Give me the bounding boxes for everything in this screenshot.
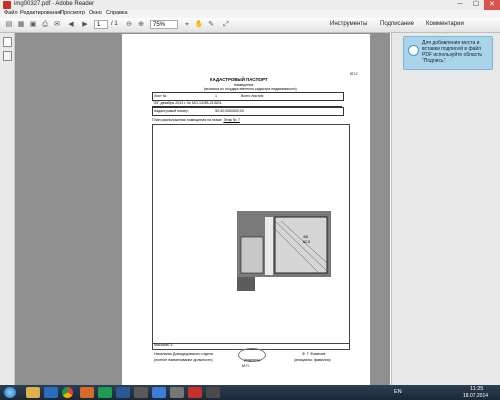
floor-plan bbox=[237, 211, 331, 291]
firefox-icon[interactable] bbox=[80, 387, 94, 398]
tools-pane bbox=[391, 33, 500, 385]
attachments-icon[interactable] bbox=[3, 51, 12, 61]
footer-sub: (полное наименование должности) bbox=[154, 358, 213, 362]
excel-icon[interactable] bbox=[98, 387, 112, 398]
doc-subtitle2: (выписка из государственного кадастра не… bbox=[204, 87, 297, 91]
clock-time[interactable]: 11:25 bbox=[470, 386, 483, 392]
comment-icon[interactable]: ✎ bbox=[206, 20, 216, 30]
email-icon[interactable]: ✉ bbox=[52, 20, 62, 30]
menu-window[interactable]: Окно bbox=[89, 10, 102, 16]
form-code: КП.2 bbox=[350, 72, 358, 76]
previous-page-icon[interactable]: ◀ bbox=[66, 20, 76, 30]
date-line: "25" декабря 2013 г. № МО-13/ЗВ-21/52/1 bbox=[153, 101, 222, 105]
tools-panel-button[interactable]: Инструменты bbox=[330, 21, 367, 27]
maximize-button[interactable]: ☐ bbox=[468, 0, 484, 10]
chrome-icon[interactable] bbox=[62, 387, 73, 398]
signature-hint-box: Для добавления места и вставки подписей … bbox=[403, 36, 493, 70]
menu-help[interactable]: Справка bbox=[106, 10, 128, 16]
media-icon[interactable] bbox=[44, 387, 58, 398]
footer-sign: (подпись) bbox=[244, 358, 260, 362]
toolbar: ▤ ▦ ▣ ⎙ ✉ ◀ ▶ 1 / 1 ⊖ ⊕ 75% ⌖ ✋ ✎ ⤢ Инст… bbox=[0, 18, 500, 33]
zoom-in-icon[interactable]: ⊕ bbox=[136, 20, 146, 30]
menu-edit[interactable]: Редактирование bbox=[20, 10, 62, 16]
skype-icon[interactable] bbox=[152, 387, 166, 398]
pages-icon[interactable] bbox=[3, 37, 12, 47]
clock-date[interactable]: 18.07.2014 bbox=[463, 393, 488, 399]
hint-text: Для добавления места и вставки подписей … bbox=[422, 40, 483, 64]
window-title: img00327.pdf - Adobe Reader bbox=[14, 1, 95, 7]
footer-mp: М.П. bbox=[242, 364, 250, 368]
explorer-icon[interactable] bbox=[26, 387, 40, 398]
footer-org: Начальник Домодедовского отдела bbox=[154, 352, 213, 356]
menu-bar: Файл Редактирование Просмотр Окно Справк… bbox=[0, 10, 500, 18]
language-indicator[interactable]: EN bbox=[394, 389, 402, 395]
cadastral-row: Кадастровый номер: 50:42:0000000:00 bbox=[152, 107, 344, 116]
minimize-button[interactable]: ─ bbox=[452, 0, 468, 10]
navigation-pane bbox=[0, 33, 15, 385]
fit-page-icon[interactable]: ⤢ bbox=[220, 20, 232, 30]
signature-block: Начальник Домодедовского отдела (полное … bbox=[152, 348, 348, 372]
room-label: 4/6 bbox=[303, 235, 308, 239]
start-button-icon[interactable] bbox=[4, 387, 16, 398]
app-icon[interactable] bbox=[134, 387, 148, 398]
cadastral-label: Кадастровый номер: bbox=[154, 109, 189, 113]
date-row: "25" декабря 2013 г. № МО-13/ЗВ-21/52/1 bbox=[152, 100, 342, 107]
menu-view[interactable]: Просмотр bbox=[60, 10, 85, 16]
plan-value: Этаж № 7 bbox=[223, 118, 240, 122]
open-icon[interactable]: ▤ bbox=[4, 20, 14, 30]
window-icon[interactable] bbox=[206, 387, 220, 398]
info-icon bbox=[408, 45, 419, 56]
cadastral-value: 50:42:0000000:00 bbox=[215, 109, 244, 113]
footer-name-sub: (инициалы, фамилия) bbox=[294, 358, 331, 362]
scale-label: Масштаб 1: bbox=[154, 343, 174, 347]
taskbar: EN 11:25 18.07.2014 bbox=[0, 385, 500, 400]
plan-label: План расположения помещения на этаже bbox=[152, 118, 222, 122]
sign-panel-button[interactable]: Подписание bbox=[380, 21, 414, 27]
doc-title: КАДАСТРОВЫЙ ПАСПОРТ bbox=[210, 77, 268, 82]
tool-icon[interactable] bbox=[170, 387, 184, 398]
zoom-out-icon[interactable]: ⊖ bbox=[124, 20, 134, 30]
create-pdf-icon[interactable]: ▦ bbox=[16, 20, 26, 30]
menu-file[interactable]: Файл bbox=[4, 10, 18, 16]
adobe-reader-taskbar-icon[interactable] bbox=[188, 387, 202, 398]
zoom-select[interactable]: 75% bbox=[150, 20, 178, 29]
footer-name: Ф. Г. Фомичев bbox=[302, 352, 326, 356]
room-value: 62,5 bbox=[303, 240, 310, 244]
close-button[interactable]: ✕ bbox=[484, 0, 500, 10]
sheets-total-label: Всего листов: bbox=[241, 94, 264, 98]
sheet-label: Лист № bbox=[154, 94, 167, 98]
plan-row: План расположения помещения на этаже Эта… bbox=[152, 117, 240, 123]
sheet-value: 1 bbox=[215, 94, 217, 98]
next-page-icon[interactable]: ▶ bbox=[80, 20, 90, 30]
comment-panel-button[interactable]: Комментарии bbox=[426, 21, 464, 27]
adobe-reader-icon bbox=[3, 1, 11, 9]
word-icon[interactable] bbox=[116, 387, 130, 398]
plan-frame: 4/6 62,5 bbox=[152, 124, 350, 344]
page-total: / 1 bbox=[111, 21, 118, 27]
page-number-input[interactable]: 1 bbox=[94, 20, 108, 29]
save-icon[interactable]: ▣ bbox=[28, 20, 38, 30]
select-tool-icon[interactable]: ⌖ bbox=[182, 20, 192, 30]
hand-tool-icon[interactable]: ✋ bbox=[194, 20, 204, 30]
pdf-page: КП.2 КАДАСТРОВЫЙ ПАСПОРТ помещения (выпи… bbox=[122, 34, 370, 386]
print-icon[interactable]: ⎙ bbox=[40, 20, 50, 30]
